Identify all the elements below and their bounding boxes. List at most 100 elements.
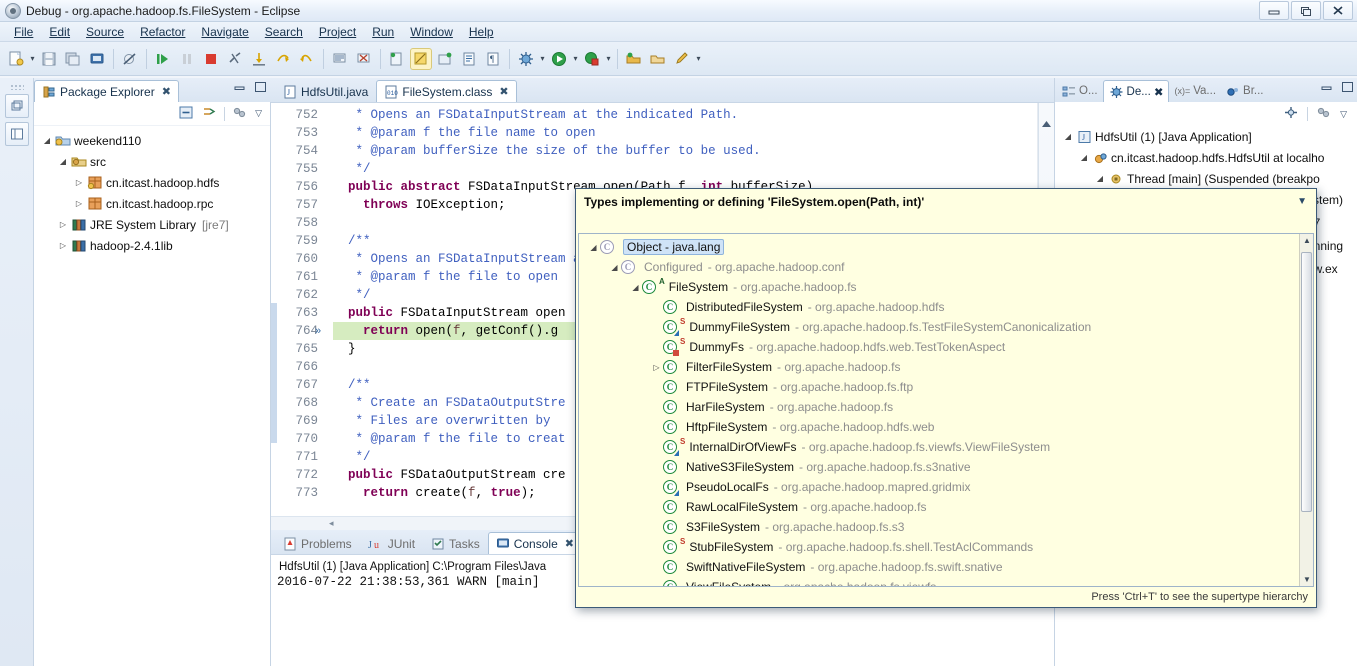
skip-breakpoints-icon[interactable] bbox=[119, 48, 141, 70]
debug-tree-item-vm[interactable]: ◢ cn.itcast.hadoop.hdfs.HdfsUtil at loca… bbox=[1055, 147, 1357, 168]
tree-item-package-hdfs[interactable]: ▷ cn.itcast.hadoop.hdfs bbox=[34, 172, 270, 193]
fast-view-grip[interactable] bbox=[9, 84, 24, 90]
expand-arrow-icon[interactable]: ◢ bbox=[629, 283, 642, 292]
debug-tree-item-launch[interactable]: ◢ J HdfsUtil (1) [Java Application] bbox=[1055, 126, 1357, 147]
open-type-icon[interactable] bbox=[623, 48, 645, 70]
package-explorer-fastview-icon[interactable] bbox=[4, 122, 29, 146]
new-wizard-icon[interactable] bbox=[5, 48, 27, 70]
menu-refactor[interactable]: Refactor bbox=[132, 23, 193, 41]
menu-help[interactable]: Help bbox=[461, 23, 502, 41]
close-icon[interactable]: ✖ bbox=[499, 85, 508, 98]
menu-edit[interactable]: Edit bbox=[41, 23, 78, 41]
tree-item-src[interactable]: ◢ src bbox=[34, 151, 270, 172]
minimize-view-icon[interactable] bbox=[1321, 81, 1334, 96]
tree-item-jre-system-library[interactable]: ▷ JRE System Library [jre7] bbox=[34, 214, 270, 235]
hierarchy-list-item[interactable]: C FTPFileSystem - org.apache.hadoop.fs.ftp bbox=[579, 377, 1313, 397]
step-over-icon[interactable] bbox=[272, 48, 294, 70]
hierarchy-list-item[interactable]: C NativeS3FileSystem - org.apache.hadoop.f… bbox=[579, 457, 1313, 477]
menu-run[interactable]: Run bbox=[364, 23, 402, 41]
expand-arrow-icon[interactable]: ◢ bbox=[40, 136, 54, 145]
tab-hdfsutil-java[interactable]: J HdfsUtil.java bbox=[275, 80, 376, 102]
hierarchy-list-item[interactable]: C HarFileSystem - org.apache.hadoop.fs bbox=[579, 397, 1313, 417]
restore-view-icon[interactable] bbox=[4, 94, 29, 118]
debug-view-filter-icon[interactable] bbox=[1283, 105, 1299, 123]
tab-problems[interactable]: Problems bbox=[275, 532, 360, 554]
menu-window[interactable]: Window bbox=[402, 23, 461, 41]
tab-console[interactable]: Console ✖ bbox=[487, 532, 582, 554]
tab-tasks[interactable]: Tasks bbox=[423, 532, 488, 554]
expand-arrow-icon[interactable]: ◢ bbox=[1061, 132, 1075, 141]
view-menu-icon[interactable]: ▽ bbox=[1340, 109, 1347, 120]
resume-icon[interactable] bbox=[152, 48, 174, 70]
hierarchy-list-item[interactable]: ◢ C Configured - org.apache.hadoop.conf bbox=[579, 257, 1313, 277]
new-java-class-icon[interactable] bbox=[410, 47, 432, 70]
maximize-view-icon[interactable] bbox=[1341, 81, 1354, 96]
tree-item-weekend110[interactable]: ◢ weekend110 bbox=[34, 130, 270, 151]
tab-junit[interactable]: Ju JUnit bbox=[360, 532, 423, 554]
toggle-mark-occurrences-icon[interactable] bbox=[458, 48, 480, 70]
hierarchy-list-item[interactable]: C S3FileSystem - org.apache.hadoop.fs.s3 bbox=[579, 517, 1313, 537]
expand-arrow-icon[interactable]: ◢ bbox=[1093, 174, 1107, 183]
popup-scrollbar[interactable]: ▲ ▼ bbox=[1299, 234, 1313, 586]
maximize-view-icon[interactable] bbox=[254, 81, 267, 96]
remove-all-icon[interactable] bbox=[353, 48, 375, 70]
close-icon[interactable]: ✖ bbox=[162, 85, 171, 98]
show-whitespace-icon[interactable]: ¶ bbox=[482, 48, 504, 70]
step-return-icon[interactable] bbox=[296, 48, 318, 70]
scroll-down-icon[interactable]: ▼ bbox=[1302, 575, 1312, 584]
tree-item-package-rpc[interactable]: ▷ cn.itcast.hadoop.rpc bbox=[34, 193, 270, 214]
view-menu-filter-icon[interactable] bbox=[232, 105, 248, 123]
restore-button[interactable] bbox=[1291, 1, 1321, 20]
close-icon[interactable]: ✖ bbox=[1154, 85, 1164, 99]
new-dropdown-icon[interactable]: ▾ bbox=[28, 48, 37, 70]
external-tools-icon[interactable] bbox=[581, 48, 603, 70]
hierarchy-list-item[interactable]: C PseudoLocalFs - org.apache.hadoop.mapred… bbox=[579, 477, 1313, 497]
open-declaration-icon[interactable] bbox=[329, 48, 351, 70]
annotation-dropdown-icon[interactable]: ▾ bbox=[694, 48, 703, 70]
hierarchy-list-item[interactable]: C S InternalDirOfViewFs - org.apache.hadoop… bbox=[579, 437, 1313, 457]
expand-arrow-icon[interactable]: ▷ bbox=[72, 178, 86, 187]
menu-source[interactable]: Source bbox=[78, 23, 132, 41]
tab-breakpoints[interactable]: Br... bbox=[1221, 80, 1268, 102]
new-package-icon[interactable] bbox=[434, 48, 456, 70]
menu-project[interactable]: Project bbox=[311, 23, 364, 41]
close-icon[interactable]: ✖ bbox=[565, 537, 574, 550]
minimize-button[interactable] bbox=[1259, 1, 1289, 20]
tab-filesystem-class[interactable]: 010 FileSystem.class ✖ bbox=[376, 80, 517, 102]
expand-arrow-icon[interactable]: ▷ bbox=[56, 220, 70, 229]
external-tools-dropdown-icon[interactable]: ▾ bbox=[604, 48, 613, 70]
minimize-view-icon[interactable] bbox=[234, 81, 247, 96]
link-with-editor-icon[interactable] bbox=[201, 105, 217, 123]
chevron-down-icon[interactable]: ▼ bbox=[1297, 196, 1307, 207]
debug-dropdown-icon[interactable]: ▾ bbox=[538, 48, 547, 70]
expand-arrow-icon[interactable]: ◢ bbox=[587, 243, 600, 252]
collapse-all-icon[interactable] bbox=[178, 105, 194, 123]
disconnect-icon[interactable] bbox=[224, 48, 246, 70]
scroll-up-icon[interactable]: ▲ bbox=[1302, 236, 1312, 245]
save-all-icon[interactable] bbox=[62, 48, 84, 70]
close-button[interactable] bbox=[1323, 1, 1353, 20]
save-icon[interactable] bbox=[38, 48, 60, 70]
expand-arrow-icon[interactable]: ▷ bbox=[650, 363, 663, 372]
expand-arrow-icon[interactable]: ▷ bbox=[56, 241, 70, 250]
terminate-icon[interactable] bbox=[200, 48, 222, 70]
hierarchy-list-item[interactable]: C DistributedFileSystem - org.apache.hadoo… bbox=[579, 297, 1313, 317]
print-icon[interactable] bbox=[86, 48, 108, 70]
expand-arrow-icon[interactable]: ▷ bbox=[72, 199, 86, 208]
debug-launch-icon[interactable] bbox=[515, 48, 537, 70]
hierarchy-list-item[interactable]: C S DummyFileSystem - org.apache.hadoop.fs.… bbox=[579, 317, 1313, 337]
debug-tree-item-thread[interactable]: ◢ Thread [main] (Suspended (breakpo bbox=[1055, 168, 1357, 189]
hierarchy-list-item[interactable]: ◢ C Object - java.lang bbox=[579, 237, 1313, 257]
hierarchy-list-item[interactable]: C S DummyFs - org.apache.hadoop.hdfs.web.Te… bbox=[579, 337, 1313, 357]
run-launch-icon[interactable] bbox=[548, 48, 570, 70]
tab-debug[interactable]: De... ✖ bbox=[1102, 80, 1170, 102]
hierarchy-list[interactable]: ◢ C Object - java.lang ◢ C Configured - org.ap… bbox=[579, 234, 1313, 586]
menu-navigate[interactable]: Navigate bbox=[193, 23, 256, 41]
scroll-thumb[interactable] bbox=[1301, 252, 1312, 512]
step-into-icon[interactable] bbox=[248, 48, 270, 70]
annotation-icon[interactable] bbox=[671, 48, 693, 70]
tree-item-hadoop-lib[interactable]: ▷ hadoop-2.4.1lib bbox=[34, 235, 270, 256]
view-menu-icon[interactable]: ▽ bbox=[255, 108, 262, 119]
new-java-project-icon[interactable] bbox=[386, 48, 408, 70]
hierarchy-list-item[interactable]: ◢ C A FileSystem - org.apache.hadoop.fs bbox=[579, 277, 1313, 297]
